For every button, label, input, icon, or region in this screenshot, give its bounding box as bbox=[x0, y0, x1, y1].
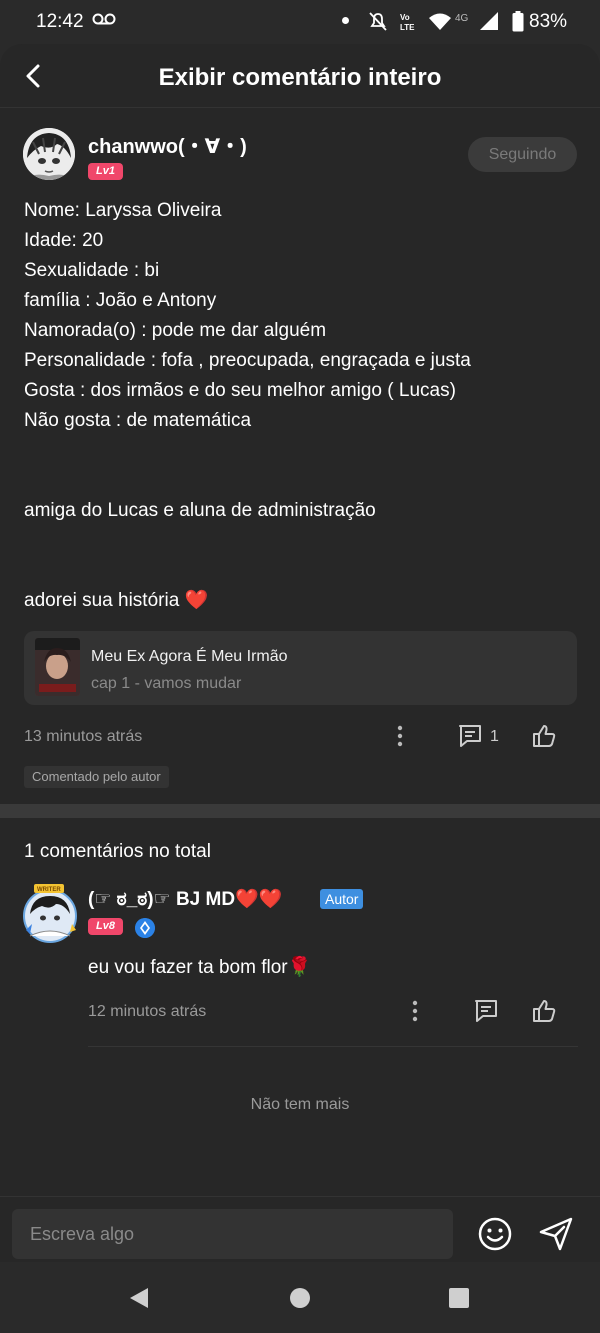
story-chapter: cap 1 - vamos mudar bbox=[91, 675, 242, 692]
comment-line bbox=[24, 526, 580, 556]
nav-back-icon[interactable] bbox=[127, 1286, 151, 1310]
svg-text:Vo: Vo bbox=[400, 13, 410, 22]
comment-line: Não gosta : de matemática bbox=[24, 410, 252, 431]
comment-input[interactable]: Escreva algo bbox=[12, 1209, 453, 1259]
header: Exibir comentário inteiro bbox=[0, 44, 600, 108]
page-title: Exibir comentário inteiro bbox=[158, 64, 442, 91]
author-tag: Comentado pelo autor bbox=[24, 766, 169, 788]
reply-text: eu vou fazer ta bom flor🌹 bbox=[88, 957, 312, 978]
comment-line bbox=[24, 556, 580, 586]
reply-comment-icon[interactable] bbox=[473, 998, 499, 1024]
comment-line: Namorada(o) : pode me dar alguém bbox=[24, 320, 327, 341]
signal-icon bbox=[480, 12, 498, 30]
level-badge: Lv8 bbox=[88, 918, 123, 935]
status-time: 12:42 bbox=[36, 11, 84, 32]
like-icon[interactable] bbox=[531, 998, 557, 1024]
wifi-icon bbox=[429, 13, 451, 30]
comment-line: Idade: 20 bbox=[24, 230, 104, 251]
comment-line bbox=[24, 466, 580, 496]
comment-line: Gosta : dos irmãos e do seu melhor amigo… bbox=[24, 380, 456, 401]
status-bar: 12:42 Vo LTE 4G 83% bbox=[0, 0, 600, 44]
total-comments-label: 1 comentários no total bbox=[24, 841, 211, 862]
comment-line: Nome: Laryssa Oliveira bbox=[24, 200, 222, 221]
comment-line: adorei sua história ❤️ bbox=[24, 590, 209, 611]
comment-line: família : João e Antony bbox=[24, 290, 217, 311]
more-options-icon[interactable] bbox=[405, 999, 425, 1023]
comment-line bbox=[24, 436, 580, 466]
battery-icon bbox=[512, 11, 524, 32]
comment-line: amiga do Lucas e aluna de administração bbox=[24, 500, 376, 521]
reply-count: 1 bbox=[490, 728, 499, 745]
follow-button[interactable]: Seguindo bbox=[468, 137, 577, 172]
voicemail-icon bbox=[92, 13, 116, 25]
notification-dot-icon bbox=[342, 17, 349, 24]
section-divider bbox=[0, 804, 600, 818]
reply-time: 12 minutos atrás bbox=[88, 1003, 207, 1020]
volte-icon: Vo LTE bbox=[400, 13, 415, 32]
story-title: Meu Ex Agora É Meu Irmão bbox=[91, 648, 288, 665]
level-badge: Lv1 bbox=[88, 163, 123, 180]
story-card[interactable]: Meu Ex Agora É Meu Irmão cap 1 - vamos m… bbox=[24, 631, 577, 705]
username[interactable]: chanwwo(・∀・) bbox=[88, 130, 247, 159]
svg-text:WRITER: WRITER bbox=[37, 887, 61, 893]
reply-comment-icon[interactable] bbox=[457, 723, 483, 749]
system-nav-bar bbox=[0, 1262, 600, 1333]
comment-line: Personalidade : fofa , preocupada, engra… bbox=[24, 350, 471, 371]
like-icon[interactable] bbox=[531, 723, 557, 749]
nav-home-icon[interactable] bbox=[289, 1287, 311, 1309]
end-of-list-label: Não tem mais bbox=[250, 1096, 350, 1113]
send-icon[interactable] bbox=[538, 1216, 574, 1252]
mute-icon bbox=[369, 12, 387, 31]
avatar[interactable] bbox=[23, 128, 75, 180]
comment-text: Nome: Laryssa Oliveira Idade: 20 Sexuali… bbox=[24, 196, 580, 616]
comment-line: Sexualidade : bi bbox=[24, 260, 160, 281]
story-cover-image bbox=[35, 638, 80, 696]
battery-percent: 83% bbox=[529, 11, 568, 32]
username[interactable]: (☞ ಠ_ಠ)☞ BJ MD❤️❤️ bbox=[88, 887, 282, 911]
svg-text:LTE: LTE bbox=[400, 23, 415, 32]
comment-time: 13 minutos atrás bbox=[24, 728, 143, 745]
status-icons: Vo LTE 4G bbox=[369, 12, 498, 32]
emoji-icon[interactable] bbox=[477, 1216, 513, 1252]
verified-badge-icon bbox=[135, 918, 155, 938]
reply-divider bbox=[88, 1046, 578, 1047]
svg-text:4G: 4G bbox=[455, 13, 469, 24]
author-badge: Autor bbox=[320, 889, 364, 909]
more-options-icon[interactable] bbox=[390, 724, 410, 748]
comment-input-bar: Escreva algo bbox=[0, 1196, 600, 1262]
comment-sheet: Exibir comentário inteiro chanwwo(・∀・) L… bbox=[0, 44, 600, 1262]
nav-recents-icon[interactable] bbox=[448, 1287, 470, 1309]
avatar[interactable]: WRITER bbox=[20, 884, 78, 943]
